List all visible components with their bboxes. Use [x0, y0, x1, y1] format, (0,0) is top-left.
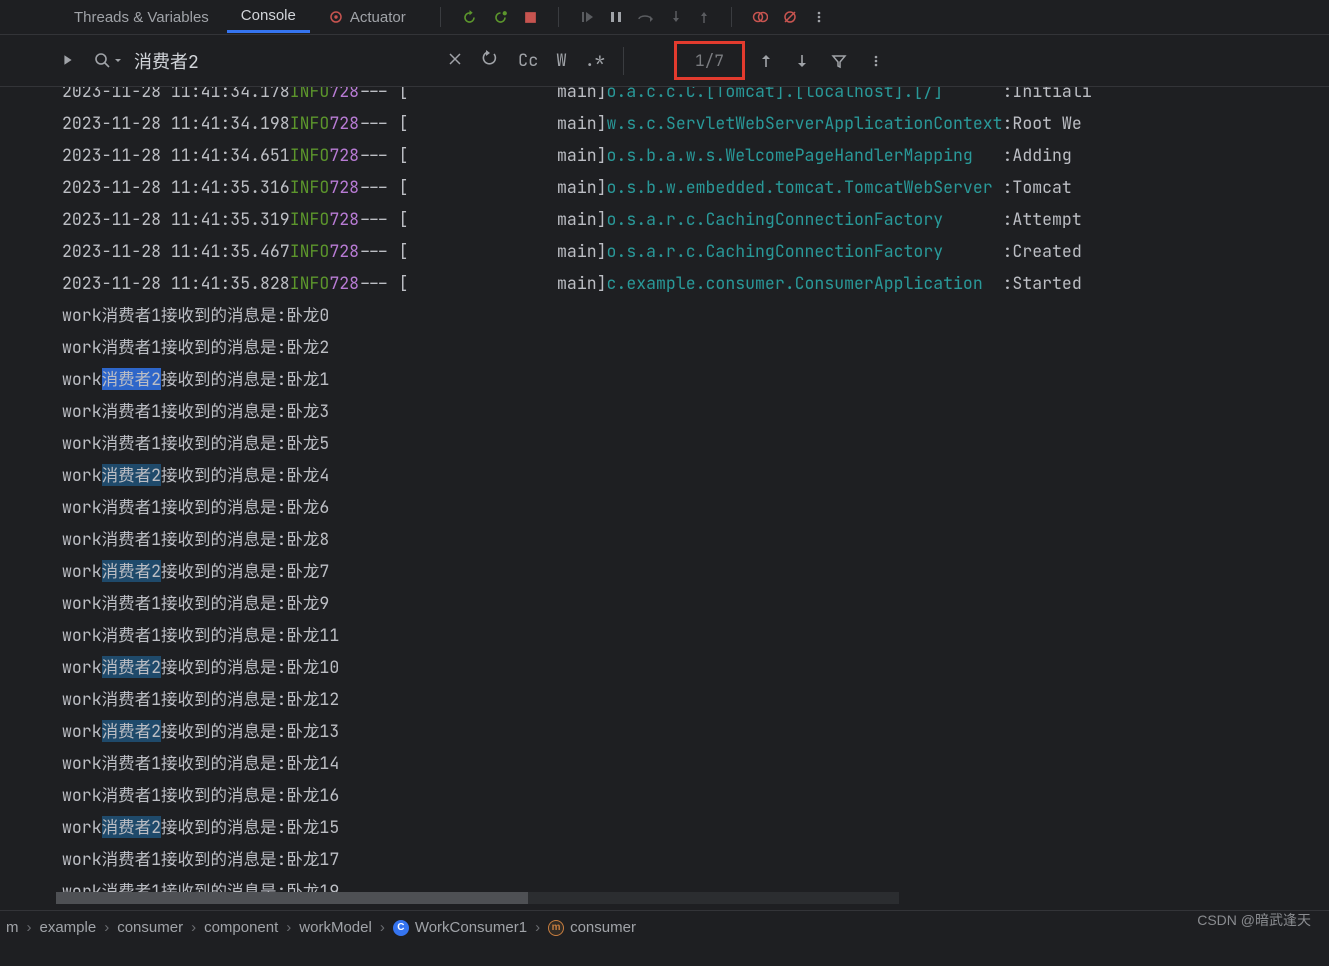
next-occurrence-icon[interactable] [795, 53, 809, 69]
stop-icon[interactable] [523, 10, 538, 25]
tab-actuator[interactable]: Actuator [314, 3, 420, 32]
work-line: work消费者1接收到的消息是:卧龙2 [62, 331, 1329, 363]
log-line: 2023-11-28 11:41:35.319 INFO 728 --- [ m… [62, 203, 1329, 235]
bc-example[interactable]: example [40, 919, 97, 936]
work-line: work消费者2接收到的消息是:卧龙4 [62, 459, 1329, 491]
match-case-toggle[interactable]: Cc [518, 50, 538, 72]
log-line: 2023-11-28 11:41:35.316 INFO 728 --- [ m… [62, 171, 1329, 203]
horizontal-scrollbar[interactable] [56, 892, 899, 904]
whole-word-toggle[interactable]: W [556, 50, 566, 72]
console-output[interactable]: 2023-11-28 11:41:34.178 INFO 728 --- [ m… [0, 87, 1329, 907]
step-over-icon [637, 9, 655, 25]
work-line: work消费者2接收到的消息是:卧龙7 [62, 555, 1329, 587]
rerun-debug-icon[interactable] [492, 9, 509, 26]
console-search-bar: Cc W .* 1/7 [0, 35, 1329, 87]
work-line: work消费者2接收到的消息是:卧龙1 [62, 363, 1329, 395]
log-line: 2023-11-28 11:41:34.198 INFO 728 --- [ m… [62, 107, 1329, 139]
debug-toolbar: Threads & Variables Console Actuator [0, 0, 1329, 35]
class-icon: C [393, 920, 409, 936]
work-line: work消费者1接收到的消息是:卧龙11 [62, 619, 1329, 651]
breadcrumb: m› example› consumer› component› workMod… [0, 910, 1329, 944]
work-line: work消费者1接收到的消息是:卧龙16 [62, 779, 1329, 811]
work-line: work消费者2接收到的消息是:卧龙10 [62, 651, 1329, 683]
work-line: work消费者1接收到的消息是:卧龙0 [62, 299, 1329, 331]
expand-icon[interactable] [62, 51, 74, 71]
scrollbar-thumb[interactable] [56, 892, 528, 904]
tab-console[interactable]: Console [227, 1, 310, 33]
prev-occurrence-icon[interactable] [759, 53, 773, 69]
search-count: 1/7 [674, 41, 745, 80]
resume-icon[interactable] [579, 9, 595, 25]
tab-threads-variables[interactable]: Threads & Variables [60, 3, 223, 32]
work-line: work消费者2接收到的消息是:卧龙13 [62, 715, 1329, 747]
search-history-icon[interactable] [480, 50, 500, 72]
work-line: work消费者1接收到的消息是:卧龙6 [62, 491, 1329, 523]
step-into-icon [669, 9, 683, 25]
work-line: work消费者1接收到的消息是:卧龙8 [62, 523, 1329, 555]
bc-workconsumer1[interactable]: WorkConsumer1 [415, 919, 527, 936]
bc-m[interactable]: m [6, 919, 19, 936]
step-out-icon [697, 9, 711, 25]
pause-icon[interactable] [609, 10, 623, 24]
bc-workmodel[interactable]: workModel [299, 919, 372, 936]
filter-icon[interactable] [831, 53, 847, 69]
method-icon: m [548, 920, 564, 936]
work-line: work消费者1接收到的消息是:卧龙12 [62, 683, 1329, 715]
work-line: work消费者1接收到的消息是:卧龙3 [62, 395, 1329, 427]
work-line: work消费者1接收到的消息是:卧龙5 [62, 427, 1329, 459]
mute-breakpoints-icon[interactable] [782, 9, 798, 25]
log-line: 2023-11-28 11:41:35.467 INFO 728 --- [ m… [62, 235, 1329, 267]
actuator-label: Actuator [350, 9, 406, 26]
search-input[interactable] [134, 49, 444, 72]
work-line: work消费者1接收到的消息是:卧龙14 [62, 747, 1329, 779]
bc-component[interactable]: component [204, 919, 278, 936]
work-line: work消费者1接收到的消息是:卧龙9 [62, 587, 1329, 619]
actuator-icon [328, 9, 344, 25]
more-icon[interactable] [812, 10, 826, 24]
clear-search-icon[interactable] [448, 50, 462, 72]
work-line: work消费者1接收到的消息是:卧龙17 [62, 843, 1329, 875]
work-line: work消费者2接收到的消息是:卧龙15 [62, 811, 1329, 843]
log-line: 2023-11-28 11:41:35.828 INFO 728 --- [ m… [62, 267, 1329, 299]
rerun-icon[interactable] [461, 9, 478, 26]
log-line: 2023-11-28 11:41:34.178 INFO 728 --- [ m… [62, 87, 1329, 107]
bc-consumer[interactable]: consumer [117, 919, 183, 936]
search-icon[interactable] [94, 52, 122, 70]
view-breakpoints-icon[interactable] [752, 9, 768, 25]
watermark: CSDN @暗武逢天 [1197, 910, 1311, 930]
regex-toggle[interactable]: .* [585, 50, 605, 72]
search-more-icon[interactable] [869, 54, 883, 68]
bc-consumer-method[interactable]: consumer [570, 919, 636, 936]
log-line: 2023-11-28 11:41:34.651 INFO 728 --- [ m… [62, 139, 1329, 171]
